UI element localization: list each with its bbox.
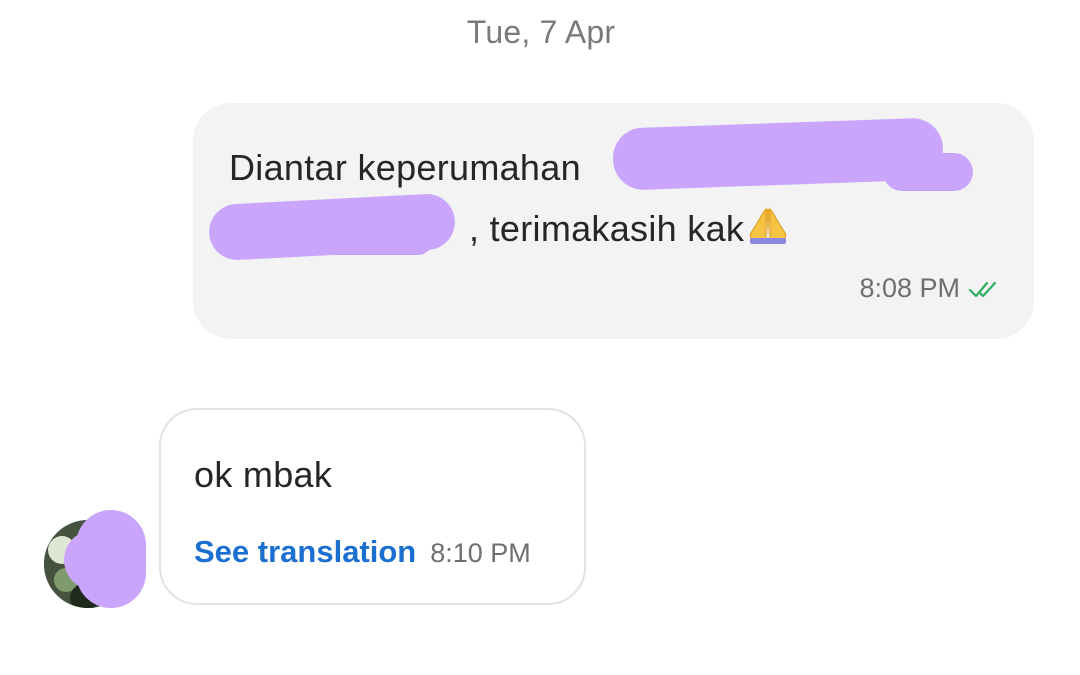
redaction-mark — [233, 225, 433, 255]
message-text: ok mbak — [194, 454, 333, 495]
message-timestamp: 8:10 PM — [430, 538, 531, 568]
date-separator: Tue, 7 Apr — [466, 14, 616, 50]
incoming-message-meta: See translation 8:10 PM — [194, 534, 531, 570]
double-check-icon — [968, 281, 997, 297]
message-text-line1-content: Diantar keperumahan — [229, 147, 581, 188]
folded-hands-emoji — [749, 207, 787, 244]
outgoing-message-meta: 8:08 PM — [859, 273, 998, 304]
chat-thread: Tue, 7 Apr Diantar keperumahan , terimak… — [0, 0, 1080, 675]
redaction-mark — [64, 530, 144, 590]
message-text-line1: Diantar keperumahan — [229, 147, 581, 189]
message-text-line2-content: , terimakasih kak — [469, 208, 745, 249]
redaction-mark — [883, 153, 973, 191]
see-translation-link[interactable]: See translation — [194, 534, 416, 570]
message-text-line2: , terimakasih kak — [469, 205, 790, 250]
incoming-message-bubble[interactable]: ok mbak See translation 8:10 PM — [159, 408, 586, 605]
outgoing-message-bubble[interactable]: Diantar keperumahan , terimakasih kak 8:… — [193, 103, 1034, 339]
message-timestamp: 8:08 PM — [859, 273, 960, 303]
